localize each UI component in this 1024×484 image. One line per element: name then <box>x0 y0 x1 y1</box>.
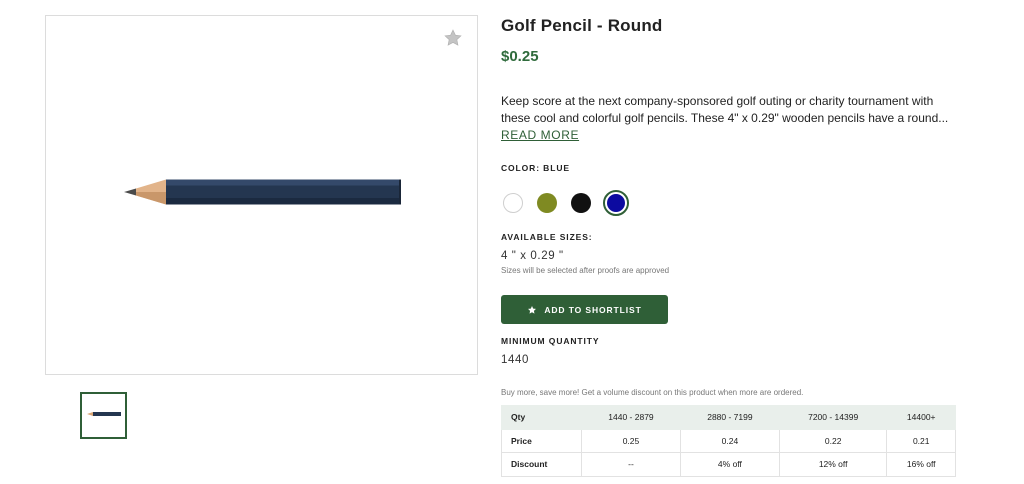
table-cell: 2880 - 7199 <box>679 405 780 430</box>
table-cell: -- <box>581 452 681 477</box>
table-cell: 0.21 <box>886 428 956 453</box>
minimum-quantity-value: 1440 <box>501 354 529 366</box>
table-row: Qty 1440 - 2879 2880 - 7199 7200 - 14399… <box>501 405 956 430</box>
table-cell: 0.24 <box>679 428 780 453</box>
available-sizes-label: AVAILABLE SIZES: <box>501 232 593 242</box>
table-cell: Qty <box>501 405 582 430</box>
table-cell: 16% off <box>886 452 956 477</box>
product-price: $0.25 <box>501 48 539 65</box>
add-to-shortlist-button[interactable]: ADD TO SHORTLIST <box>501 295 668 324</box>
volume-pricing-table: Qty 1440 - 2879 2880 - 7199 7200 - 14399… <box>501 405 956 477</box>
table-cell: Price <box>501 428 582 453</box>
volume-discount-note: Buy more, save more! Get a volume discou… <box>501 388 804 397</box>
table-row: Price 0.25 0.24 0.22 0.21 <box>501 428 956 453</box>
shortlist-button-label: ADD TO SHORTLIST <box>544 304 642 315</box>
minimum-quantity-label: MINIMUM QUANTITY <box>501 336 600 346</box>
description-line: Keep score at the next company-sponsored… <box>501 94 934 108</box>
table-cell: 14400+ <box>886 405 956 430</box>
table-cell: 4% off <box>679 452 780 477</box>
product-description: Keep score at the next company-sponsored… <box>501 93 961 127</box>
table-row: Discount -- 4% off 12% off 16% off <box>501 452 956 477</box>
size-note: Sizes will be selected after proofs are … <box>501 266 670 275</box>
product-image-frame <box>45 15 478 375</box>
color-swatch-white[interactable] <box>503 193 523 213</box>
table-cell: 0.22 <box>778 428 888 453</box>
table-cell: Discount <box>501 452 582 477</box>
color-label: COLOR: BLUE <box>501 163 570 173</box>
table-cell: 7200 - 14399 <box>778 405 888 430</box>
color-swatch-blue[interactable] <box>603 190 629 216</box>
table-cell: 0.25 <box>581 428 681 453</box>
color-swatch-black[interactable] <box>571 193 591 213</box>
pencil-image <box>122 176 402 206</box>
read-more-link[interactable]: READ MORE <box>501 128 579 142</box>
pencil-thumbnail[interactable] <box>80 392 127 439</box>
product-title: Golf Pencil - Round <box>501 16 663 35</box>
table-cell: 1440 - 2879 <box>581 405 681 430</box>
description-line: these cool and colorful golf pencils. Th… <box>501 111 949 125</box>
table-cell: 12% off <box>778 452 888 477</box>
color-swatch-olive[interactable] <box>537 193 557 213</box>
star-icon <box>527 305 537 315</box>
size-value: 4 " x 0.29 " <box>501 250 564 262</box>
favorite-star-icon[interactable] <box>443 28 463 48</box>
